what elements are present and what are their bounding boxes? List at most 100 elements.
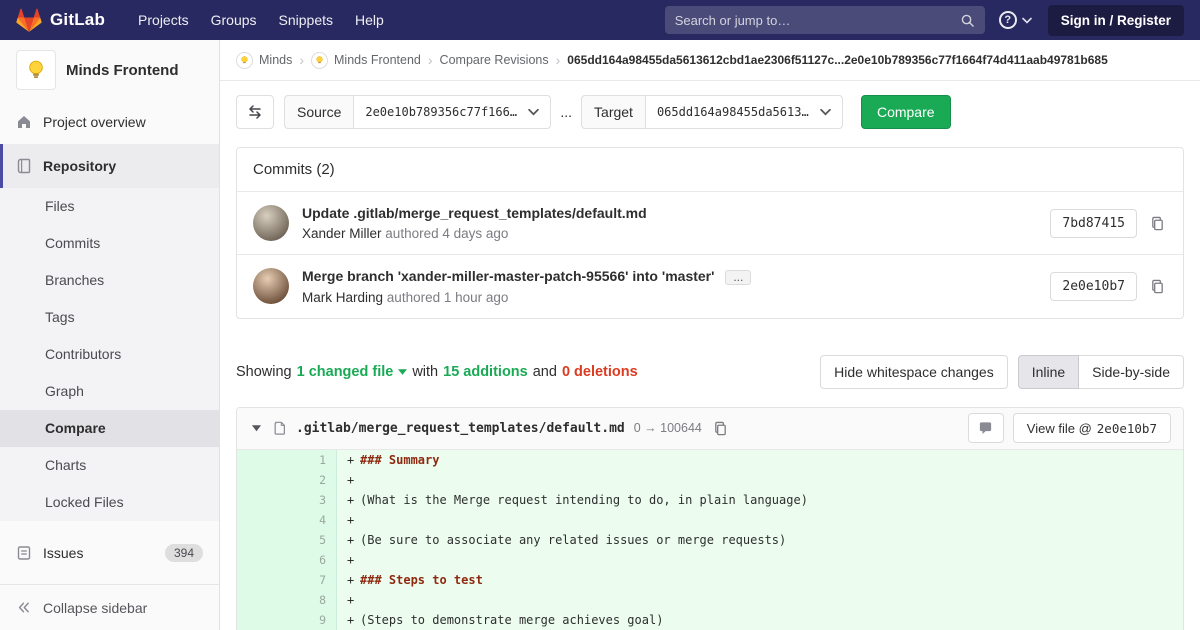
chevron-down-icon xyxy=(1021,17,1032,24)
added-sign: + xyxy=(347,612,355,627)
new-line-number[interactable]: 2 xyxy=(287,469,337,490)
source-ref-group: Source 2e0e10b789356c77f166… xyxy=(284,95,552,129)
search-box[interactable] xyxy=(664,6,985,34)
inline-view-button[interactable]: Inline xyxy=(1017,354,1080,389)
expand-commit-description-button[interactable]: ... xyxy=(725,269,752,285)
sidebar-item-charts[interactable]: Charts xyxy=(0,447,219,484)
view-file-button[interactable]: View file @ 2e0e10b7 xyxy=(1012,413,1171,444)
diff-line-content: + (Be sure to associate any related issue… xyxy=(337,529,1183,550)
diff-file-header: .gitlab/merge_request_templates/default.… xyxy=(237,407,1183,450)
sidebar-project-name: Minds Frontend xyxy=(66,61,179,79)
old-line-number[interactable] xyxy=(237,549,287,570)
breadcrumb-separator: › xyxy=(427,52,433,68)
sidebar-item-repository[interactable]: Repository xyxy=(0,144,219,188)
sidebar-project-link[interactable]: Minds Frontend xyxy=(0,40,219,100)
added-sign: + xyxy=(347,512,355,527)
sidebar-repository-section: Repository Files Commits Branches Tags C… xyxy=(0,144,219,521)
diff-stats-summary: Showing 1 changed file with 15 additions… xyxy=(236,364,638,380)
old-line-number[interactable] xyxy=(237,529,287,550)
compare-button[interactable]: Compare xyxy=(860,95,951,129)
new-line-number[interactable]: 8 xyxy=(287,589,337,610)
new-line-number[interactable]: 5 xyxy=(287,529,337,550)
added-sign: + xyxy=(347,452,355,467)
sidebar-item-project-overview[interactable]: Project overview xyxy=(0,100,219,144)
commit-title-link[interactable]: Merge branch 'xander-miller-master-patch… xyxy=(302,268,714,284)
new-line-number[interactable]: 3 xyxy=(287,489,337,510)
issues-count-badge: 394 xyxy=(164,544,203,562)
issues-icon xyxy=(16,545,32,561)
commit-author-link[interactable]: Mark Harding xyxy=(302,290,383,305)
caret-down-icon xyxy=(251,424,262,432)
sidebar-item-files[interactable]: Files xyxy=(0,188,219,225)
nav-help[interactable]: Help xyxy=(344,6,395,34)
sign-in-register-button[interactable]: Sign in / Register xyxy=(1047,4,1184,36)
target-ref-dropdown[interactable]: 065dd164a98455da5613… xyxy=(644,95,843,129)
clipboard-icon xyxy=(1150,279,1165,294)
old-line-number[interactable] xyxy=(237,609,287,630)
sidebar-item-locked-files[interactable]: Locked Files xyxy=(0,484,219,521)
chevron-down-icon xyxy=(820,108,831,116)
diff-file-actions: View file @ 2e0e10b7 xyxy=(967,413,1171,444)
new-line-number[interactable]: 9 xyxy=(287,609,337,630)
changed-files-dropdown[interactable]: 1 changed file xyxy=(297,364,408,380)
sidebar-item-issues[interactable]: Issues 394 xyxy=(0,531,219,575)
nav-groups[interactable]: Groups xyxy=(200,6,268,34)
collapse-sidebar-button[interactable]: Collapse sidebar xyxy=(0,584,219,630)
top-navbar: GitLab Projects Groups Snippets Help ? S… xyxy=(0,0,1200,40)
old-line-number[interactable] xyxy=(237,449,287,470)
breadcrumb-page[interactable]: Compare Revisions xyxy=(440,53,549,67)
sidebar-item-label: Issues xyxy=(43,545,84,561)
collapse-sidebar-label: Collapse sidebar xyxy=(43,599,148,616)
source-ref-dropdown[interactable]: 2e0e10b789356c77f166… xyxy=(353,95,552,129)
sidebar-item-commits[interactable]: Commits xyxy=(0,225,219,262)
breadcrumb-sha-range: 065dd164a98455da5613612cbd1ae2306f51127c… xyxy=(567,53,1108,67)
new-line-number[interactable]: 1 xyxy=(287,449,337,470)
commit-sha-link[interactable]: 7bd87415 xyxy=(1050,208,1137,238)
commit-sha-link[interactable]: 2e0e10b7 xyxy=(1050,271,1137,301)
old-line-number[interactable] xyxy=(237,589,287,610)
new-line-number[interactable]: 7 xyxy=(287,569,337,590)
sidebar-item-contributors[interactable]: Contributors xyxy=(0,336,219,373)
sidebar-item-compare[interactable]: Compare xyxy=(0,410,219,447)
side-by-side-view-button[interactable]: Side-by-side xyxy=(1078,354,1184,389)
nav-snippets[interactable]: Snippets xyxy=(268,6,344,34)
added-sign: + xyxy=(347,552,355,567)
compare-form: Source 2e0e10b789356c77f166… ... Target … xyxy=(220,81,1200,129)
old-line-number[interactable] xyxy=(237,489,287,510)
showing-label: Showing xyxy=(236,363,292,380)
copy-file-path-button[interactable] xyxy=(711,419,730,438)
hide-whitespace-button[interactable]: Hide whitespace changes xyxy=(820,354,1008,389)
added-sign: + xyxy=(347,592,355,607)
collapse-diff-button[interactable] xyxy=(249,422,264,434)
old-line-number[interactable] xyxy=(237,469,287,490)
avatar xyxy=(253,205,289,241)
new-line-number[interactable]: 6 xyxy=(287,549,337,570)
with-label: with xyxy=(412,363,439,380)
breadcrumb-project-label: Minds Frontend xyxy=(334,53,421,67)
swap-revisions-button[interactable] xyxy=(236,95,274,129)
nav-projects[interactable]: Projects xyxy=(127,6,200,34)
view-file-sha: 2e0e10b7 xyxy=(1096,420,1157,436)
copy-sha-button[interactable] xyxy=(1148,214,1167,233)
sidebar-item-graph[interactable]: Graph xyxy=(0,373,219,410)
diff-line: 9 + (Steps to demonstrate merge achieves … xyxy=(237,609,1183,630)
new-line-number[interactable]: 4 xyxy=(287,509,337,530)
copy-sha-button[interactable] xyxy=(1148,277,1167,296)
project-mini-avatar xyxy=(311,51,329,69)
sidebar-item-tags[interactable]: Tags xyxy=(0,299,219,336)
commit-title-link[interactable]: Update .gitlab/merge_request_templates/d… xyxy=(302,205,647,221)
old-line-number[interactable] xyxy=(237,509,287,530)
old-line-number[interactable] xyxy=(237,569,287,590)
group-avatar xyxy=(236,51,253,69)
gitlab-logo[interactable]: GitLab xyxy=(16,7,105,33)
breadcrumb-group[interactable]: Minds xyxy=(236,51,292,69)
help-menu-button[interactable]: ? xyxy=(998,11,1032,29)
search-input[interactable] xyxy=(674,12,960,28)
commit-author-link[interactable]: Xander Miller xyxy=(302,226,382,241)
home-icon xyxy=(16,114,32,130)
target-ref-value: 065dd164a98455da5613… xyxy=(656,105,809,119)
breadcrumb-project[interactable]: Minds Frontend xyxy=(311,51,421,69)
toggle-comments-button[interactable] xyxy=(967,413,1004,444)
diff-file-path-link[interactable]: .gitlab/merge_request_templates/default.… xyxy=(296,421,625,436)
sidebar-item-branches[interactable]: Branches xyxy=(0,262,219,299)
